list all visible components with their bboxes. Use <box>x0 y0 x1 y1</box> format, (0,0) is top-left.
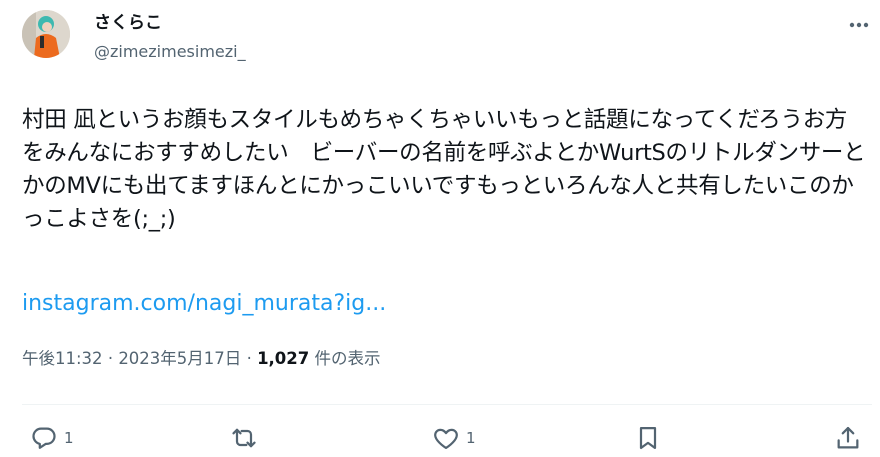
tweet-date[interactable]: 2023年5月17日 <box>118 349 241 368</box>
tweet-text: 村田 凪というお顔もスタイルもめちゃくちゃいいもっと話題になってくだろうお方をみ… <box>22 107 866 232</box>
views-label: 件の表示 <box>314 349 381 368</box>
divider <box>22 404 872 405</box>
tweet-link[interactable]: instagram.com/nagi_murata?ig... <box>22 288 386 320</box>
like-button[interactable]: 1 <box>432 420 476 456</box>
meta-separator: · <box>107 349 114 368</box>
display-name[interactable]: さくらこ <box>94 12 162 34</box>
like-count: 1 <box>466 429 476 447</box>
avatar[interactable] <box>22 10 70 58</box>
like-icon <box>434 428 458 450</box>
more-icon <box>849 22 869 28</box>
tweet-time[interactable]: 午後11:32 <box>22 349 103 368</box>
retweet-button[interactable] <box>230 420 258 456</box>
tweet-meta: 午後11:32 · 2023年5月17日 · 1,027 件の表示 <box>22 347 381 371</box>
share-button[interactable] <box>834 420 862 456</box>
bookmark-button[interactable] <box>634 420 662 456</box>
reply-button[interactable]: 1 <box>30 420 74 456</box>
retweet-icon <box>232 428 256 448</box>
more-button[interactable] <box>844 14 874 36</box>
meta-separator: · <box>246 349 252 368</box>
reply-icon <box>32 427 56 449</box>
action-bar: 1 1 <box>22 420 872 456</box>
user-handle[interactable]: @zimezimesimezi_ <box>94 42 246 62</box>
reply-count: 1 <box>64 429 74 447</box>
bookmark-icon <box>639 426 657 450</box>
share-icon <box>837 426 859 449</box>
views-count: 1,027 <box>257 349 310 368</box>
avatar-image <box>22 10 70 58</box>
